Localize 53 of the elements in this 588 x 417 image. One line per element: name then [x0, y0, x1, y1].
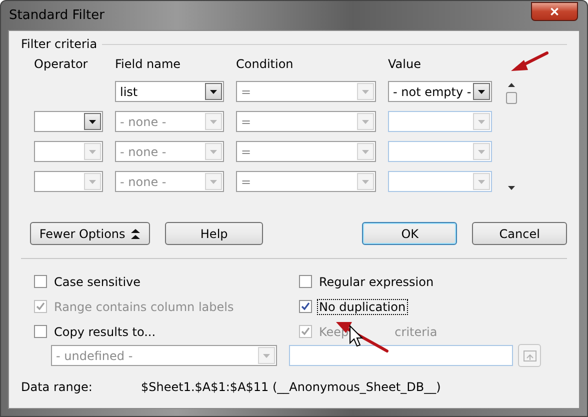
dropdown-arrow-icon [263, 354, 270, 358]
checkbox[interactable] [299, 300, 312, 313]
checkbox-label: Regular expression [318, 274, 435, 288]
input-field[interactable] [289, 345, 513, 366]
scroll-up-icon[interactable] [508, 83, 515, 87]
dropdown[interactable] [34, 111, 103, 132]
checkbox-label: criteria [394, 324, 438, 338]
dialog-button[interactable]: OK [362, 222, 458, 245]
window-title: Standard Filter [9, 8, 106, 23]
dialog-button[interactable]: Cancel [472, 222, 567, 245]
column-header: Field name [115, 57, 182, 72]
mouse-cursor-icon [350, 324, 364, 347]
checkbox[interactable] [34, 275, 47, 288]
data-range-label: Data range: [21, 380, 94, 394]
column-header: Value [388, 57, 422, 72]
scroll-down-icon[interactable] [508, 186, 515, 190]
scroll-thumb[interactable] [506, 92, 517, 104]
data-range-value: $Sheet1.$A$1:$A$11 (__Anonymous_Sheet_DB__) [141, 380, 441, 394]
shrink-icon [522, 350, 536, 362]
dropdown-arrow-icon [362, 120, 369, 124]
checkbox-label: Keep [318, 324, 350, 338]
column-header: Condition [236, 57, 294, 72]
shrink-button[interactable] [518, 344, 541, 367]
dropdown[interactable]: - not empty - [388, 81, 492, 102]
close-button[interactable]: ✕ [531, 2, 578, 21]
dropdown-arrow-icon [89, 120, 96, 124]
dropdown-arrow-icon [210, 90, 217, 94]
dropdown-arrow-icon [478, 150, 485, 154]
dropdown-arrow-icon [478, 90, 485, 94]
dropdown[interactable]: list [115, 81, 224, 102]
dropdown-arrow-icon [362, 90, 369, 94]
dropdown-arrow-icon [210, 150, 217, 154]
checkbox[interactable] [299, 275, 312, 288]
dropdown-arrow-icon [210, 120, 217, 124]
scrollbar[interactable] [505, 81, 518, 192]
dialog-button[interactable]: Help [164, 222, 264, 245]
column-header: Operator [34, 57, 89, 72]
section-title: Filter criteria [21, 37, 98, 51]
dropdown-arrow-icon [210, 180, 217, 184]
annotation-arrow [511, 52, 548, 71]
checkbox[interactable] [34, 325, 47, 338]
dropdown-arrow-icon [362, 180, 369, 184]
dropdown-arrow-icon [89, 180, 96, 184]
checkbox-label: Range contains column labels [53, 300, 235, 314]
collapse-icon [131, 228, 140, 238]
checkbox-label: No duplication [318, 300, 407, 314]
dropdown-arrow-icon [478, 120, 485, 124]
checkbox-label: Case sensitive [53, 274, 142, 288]
dropdown-arrow-icon [362, 150, 369, 154]
checkbox-label: Copy results to... [53, 324, 157, 338]
dropdown-arrow-icon [89, 150, 96, 154]
dialog-button[interactable]: Fewer Options [30, 222, 150, 245]
dropdown-arrow-icon [478, 180, 485, 184]
